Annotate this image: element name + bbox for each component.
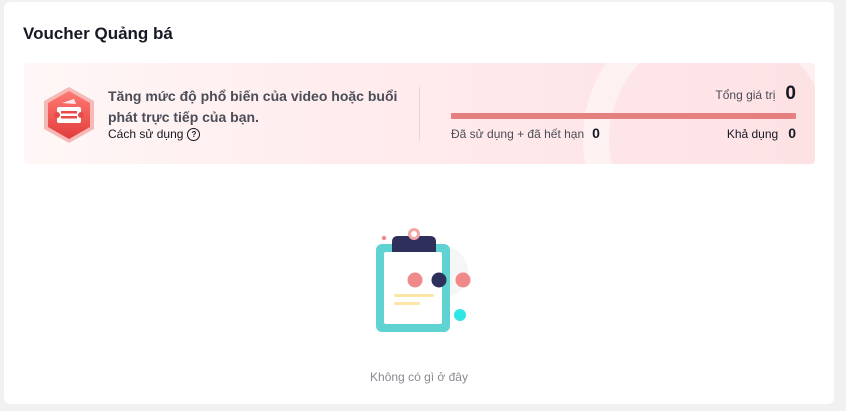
question-circle-icon: ? — [187, 127, 201, 141]
banner-divider — [419, 87, 420, 141]
voucher-badge-icon — [44, 87, 94, 143]
available-row: Khả dụng 0 — [727, 125, 796, 141]
promo-description: Tăng mức độ phổ biến của video hoặc buổi… — [108, 88, 398, 125]
how-to-use-link[interactable]: Cách sử dụng ? — [108, 127, 201, 141]
used-expired-label: Đã sử dụng + đã hết hạn — [451, 127, 585, 141]
total-value: 0 — [785, 83, 796, 104]
promo-voucher-banner: Tăng mức độ phổ biến của video hoặc buổi… — [24, 63, 815, 164]
card-title: Voucher Quảng bá — [23, 24, 173, 43]
usage-progress-bar — [451, 113, 796, 119]
voucher-card: Voucher Quảng bá Tăng mức độ phổ biến củ… — [4, 2, 834, 404]
voucher-stats: Tổng giá trị 0 Đã sử dụng + đã hết hạn 0… — [451, 81, 796, 151]
available-value: 0 — [788, 125, 796, 141]
how-to-use-label: Cách sử dụng — [108, 127, 184, 141]
empty-state-message: Không có gì ở đây — [370, 370, 468, 384]
used-expired-value: 0 — [592, 125, 600, 141]
total-value-label: Tổng giá trị — [715, 88, 776, 102]
empty-clipboard-illustration — [376, 228, 471, 332]
available-label: Khả dụng — [726, 127, 779, 141]
used-expired-row: Đã sử dụng + đã hết hạn 0 — [451, 125, 600, 141]
total-value-row: Tổng giá trị 0 — [715, 83, 796, 105]
